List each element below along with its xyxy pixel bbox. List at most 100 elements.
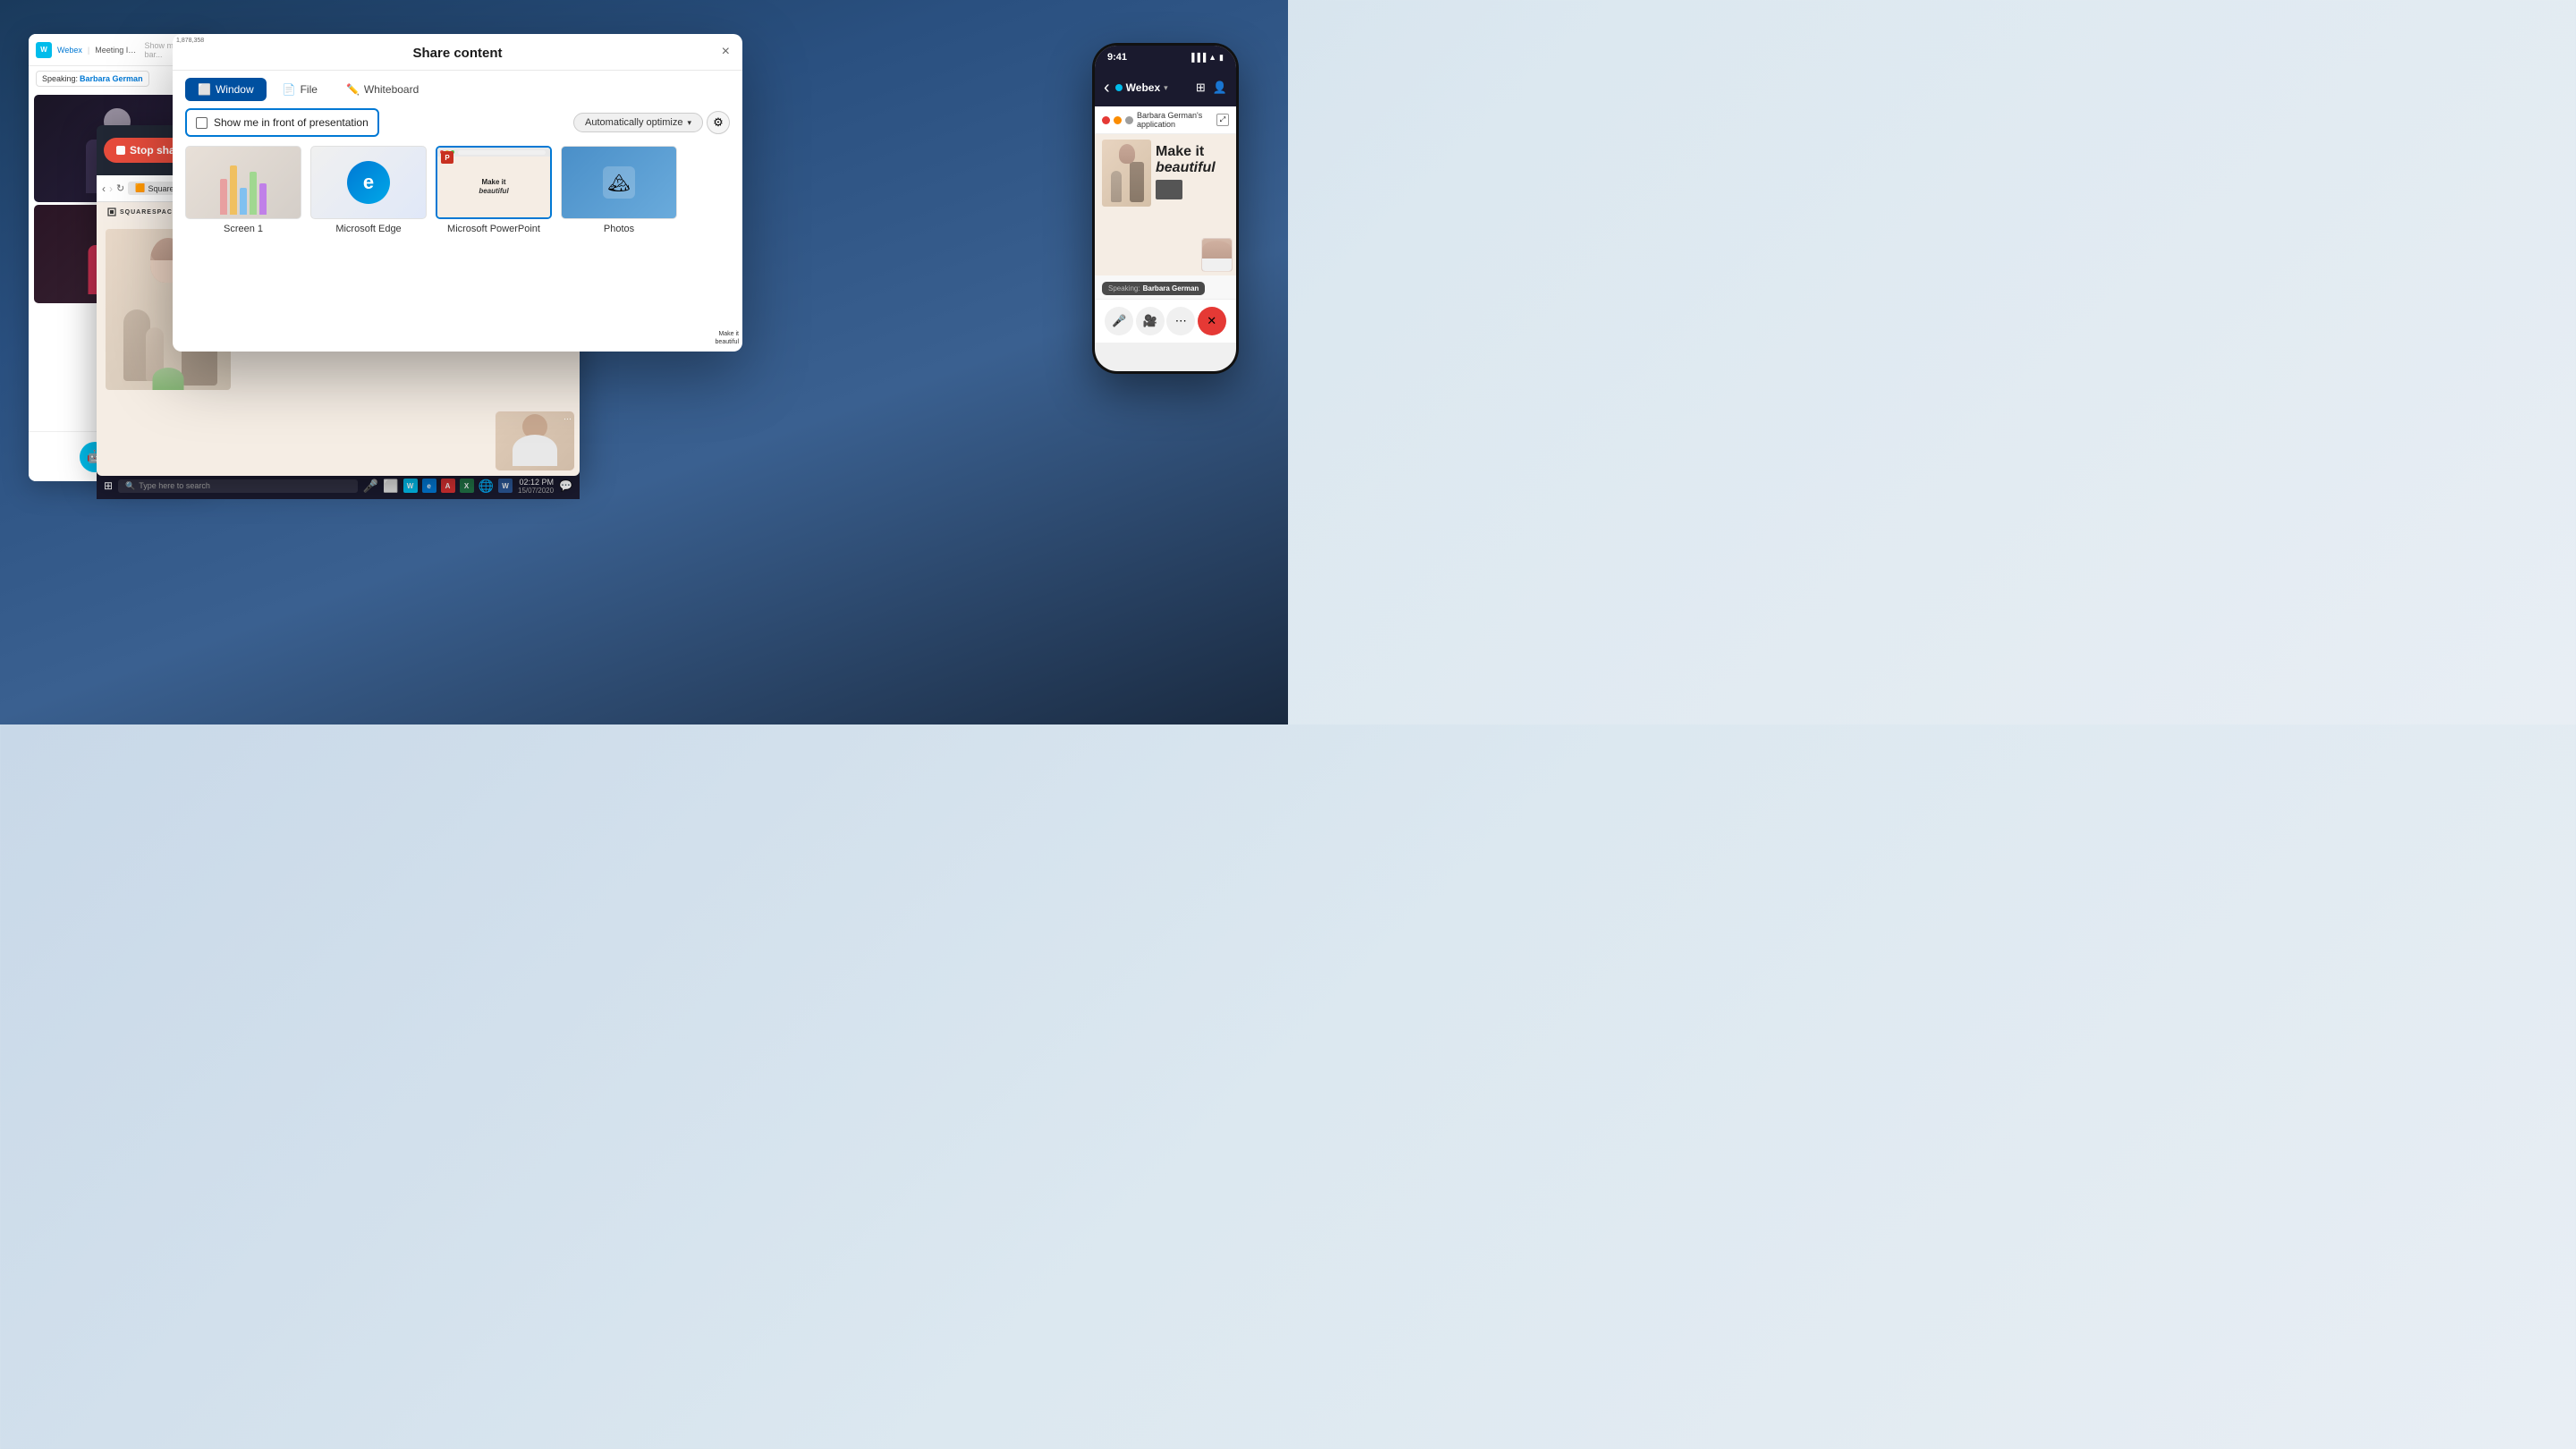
mobile-more-button[interactable]: ⋯ bbox=[1166, 307, 1195, 335]
photos-preview: 🏔 bbox=[561, 146, 677, 219]
optimize-label: Automatically optimize bbox=[585, 117, 682, 128]
mobile-app-name: Webex bbox=[1126, 81, 1160, 94]
participant-more-button[interactable]: ⋯ bbox=[564, 414, 572, 424]
optimize-button[interactable]: Automatically optimize ▾ bbox=[573, 113, 703, 132]
bar5 bbox=[259, 183, 267, 215]
edge-label: Microsoft Edge bbox=[335, 224, 401, 234]
show-me-checkbox[interactable] bbox=[196, 117, 208, 129]
screen1-preview: 1,878,358 bbox=[185, 146, 301, 219]
participant-face bbox=[496, 411, 574, 470]
taskbar-notifications-icon[interactable]: 💬 bbox=[559, 479, 572, 492]
optimize-caret-icon: ▾ bbox=[687, 118, 691, 128]
bar3 bbox=[240, 188, 247, 215]
bar2 bbox=[230, 165, 237, 215]
fullscreen-button[interactable]: ⤢ bbox=[1216, 114, 1229, 126]
webex-app-name: Webex bbox=[57, 46, 82, 55]
ppt-beautiful: beautiful bbox=[479, 187, 508, 195]
speaking-label: Speaking: bbox=[42, 74, 78, 83]
mobile-speaking-area: Speaking: Barbara German bbox=[1095, 275, 1236, 299]
ppt-titlebar bbox=[437, 148, 550, 157]
taskbar-windows-icon[interactable]: ⬜ bbox=[383, 479, 398, 494]
red-dot-icon bbox=[1102, 116, 1110, 124]
optimize-settings-button[interactable]: ⚙ bbox=[707, 111, 730, 134]
mobile-webex-branding: Webex ▾ bbox=[1115, 81, 1168, 94]
show-me-label: Show me in front of presentation bbox=[214, 116, 369, 129]
mobile-bottom-controls: 🎤 🎥 ⋯ ✕ bbox=[1095, 299, 1236, 343]
mobile-profile-icon[interactable]: 👤 bbox=[1213, 80, 1227, 95]
mobile-screen: 9:41 ▐▐▐ ▲ ▮ ‹ Webex ▾ ⊞ 👤 bbox=[1095, 46, 1236, 371]
windows-start-icon[interactable]: ⊞ bbox=[104, 479, 113, 492]
modal-title: Share content bbox=[412, 46, 502, 61]
taskbar-search[interactable]: 🔍 Type here to search bbox=[118, 479, 358, 493]
back-button[interactable]: ‹ bbox=[102, 182, 106, 195]
edge-logo-container: e bbox=[347, 161, 390, 204]
show-me-option[interactable]: Show me in front of presentation bbox=[185, 108, 379, 137]
mobile-nav-bar: ‹ Webex ▾ ⊞ 👤 bbox=[1095, 69, 1236, 106]
app-sharing-bar: Barbara German's application ⤢ bbox=[1095, 106, 1236, 134]
browser-navigation: ‹ › ↻ bbox=[102, 182, 124, 195]
mobile-speaking-badge: Speaking: Barbara German bbox=[1102, 282, 1205, 295]
plant-decoration bbox=[153, 368, 184, 390]
wifi-icon: ▲ bbox=[1208, 53, 1216, 62]
ppt-label: Microsoft PowerPoint bbox=[447, 224, 540, 234]
tab-whiteboard[interactable]: ✏️ Whiteboard bbox=[334, 78, 431, 101]
forward-button[interactable]: › bbox=[109, 182, 113, 195]
mobile-mute-button[interactable]: 🎤 bbox=[1105, 307, 1133, 335]
participant-body bbox=[513, 435, 557, 466]
mobile-beautiful: beautiful bbox=[1156, 160, 1216, 175]
mobile-end-call-button[interactable]: ✕ bbox=[1198, 307, 1226, 335]
window-tab-icon: ⬜ bbox=[198, 83, 211, 96]
mobile-sq-layout: Make it beautiful bbox=[1095, 134, 1236, 212]
mobile-portrait-face bbox=[1202, 241, 1232, 258]
mobile-clock: 9:41 bbox=[1107, 52, 1127, 63]
modal-header: Share content × bbox=[173, 34, 742, 71]
refresh-button[interactable]: ↻ bbox=[116, 182, 124, 194]
taskbar-edge-icon[interactable]: e bbox=[422, 479, 436, 493]
m-face bbox=[1119, 144, 1135, 164]
participant-video-overlay: ⋯ bbox=[495, 411, 575, 471]
squarespace-logo-text: SQUARESPACE bbox=[120, 209, 178, 216]
taskbar-mic-icon[interactable]: 🎤 bbox=[363, 479, 378, 494]
search-magnifier-icon: 🔍 bbox=[125, 481, 135, 491]
taskbar-acrobat-icon[interactable]: A bbox=[441, 479, 455, 493]
mobile-speaking-label: Speaking: bbox=[1108, 284, 1140, 292]
mobile-video-button[interactable]: 🎥 bbox=[1136, 307, 1165, 335]
share-content-modal: Share content × ⬜ Window 📄 File ✏️ White… bbox=[173, 34, 742, 352]
mobile-sq-headline: Make it beautiful bbox=[1156, 144, 1229, 175]
photos-thumb[interactable]: 🏔 Photos bbox=[561, 146, 677, 234]
optimize-controls: Automatically optimize ▾ ⚙ bbox=[573, 111, 730, 134]
mobile-portrait bbox=[1201, 238, 1233, 272]
tab-window[interactable]: ⬜ Window bbox=[185, 78, 267, 101]
taskbar-word-icon[interactable]: W bbox=[498, 479, 513, 493]
taskbar-excel-icon[interactable]: X bbox=[460, 479, 474, 493]
bluetooth-icon[interactable]: ⊞ bbox=[1196, 80, 1206, 95]
screen1-label: Screen 1 bbox=[224, 224, 263, 234]
options-row: Show me in front of presentation Automat… bbox=[173, 101, 742, 140]
taskbar-chrome-icon[interactable]: 🌐 bbox=[479, 479, 494, 494]
modal-close-button[interactable]: × bbox=[722, 44, 730, 60]
speaking-badge: Speaking: Barbara German bbox=[36, 71, 149, 87]
app-sharing-text: Barbara German's application bbox=[1137, 111, 1213, 129]
edge-logo-icon: e bbox=[347, 161, 390, 204]
edge-preview: e Make itbeautiful bbox=[310, 146, 427, 219]
ppt-icon-badge: P bbox=[441, 151, 453, 164]
mobile-sq-text: Make it beautiful bbox=[1156, 140, 1229, 199]
mobile-product-image bbox=[1102, 140, 1151, 207]
mobile-phone: 9:41 ▐▐▐ ▲ ▮ ‹ Webex ▾ ⊞ 👤 bbox=[1092, 43, 1239, 374]
divider: | bbox=[88, 46, 89, 55]
taskbar-webex-icon[interactable]: W bbox=[403, 479, 418, 493]
webex-dot-icon bbox=[1115, 84, 1123, 91]
squarespace-logo-icon bbox=[107, 208, 116, 216]
edge-thumb[interactable]: e Make itbeautiful Microsoft Edge bbox=[310, 146, 427, 234]
ppt-inner: Make it beautiful bbox=[437, 148, 550, 217]
tab-file[interactable]: 📄 File bbox=[270, 78, 330, 101]
battery-icon: ▮ bbox=[1219, 53, 1224, 63]
screen1-thumb[interactable]: 1,878,358 Screen 1 bbox=[185, 146, 301, 234]
mobile-status-bar: 9:41 ▐▐▐ ▲ ▮ bbox=[1095, 46, 1236, 69]
ppt-url-bar bbox=[458, 150, 546, 155]
ppt-make-it: Make it bbox=[479, 179, 508, 187]
windows-taskbar: ⊞ 🔍 Type here to search 🎤 ⬜ W e A X 🌐 W … bbox=[97, 472, 580, 499]
photos-icon: 🏔 bbox=[603, 166, 635, 199]
mobile-back-button[interactable]: ‹ bbox=[1104, 78, 1110, 98]
ppt-thumb[interactable]: Make it beautiful P Microsoft PowerPoint bbox=[436, 146, 552, 234]
